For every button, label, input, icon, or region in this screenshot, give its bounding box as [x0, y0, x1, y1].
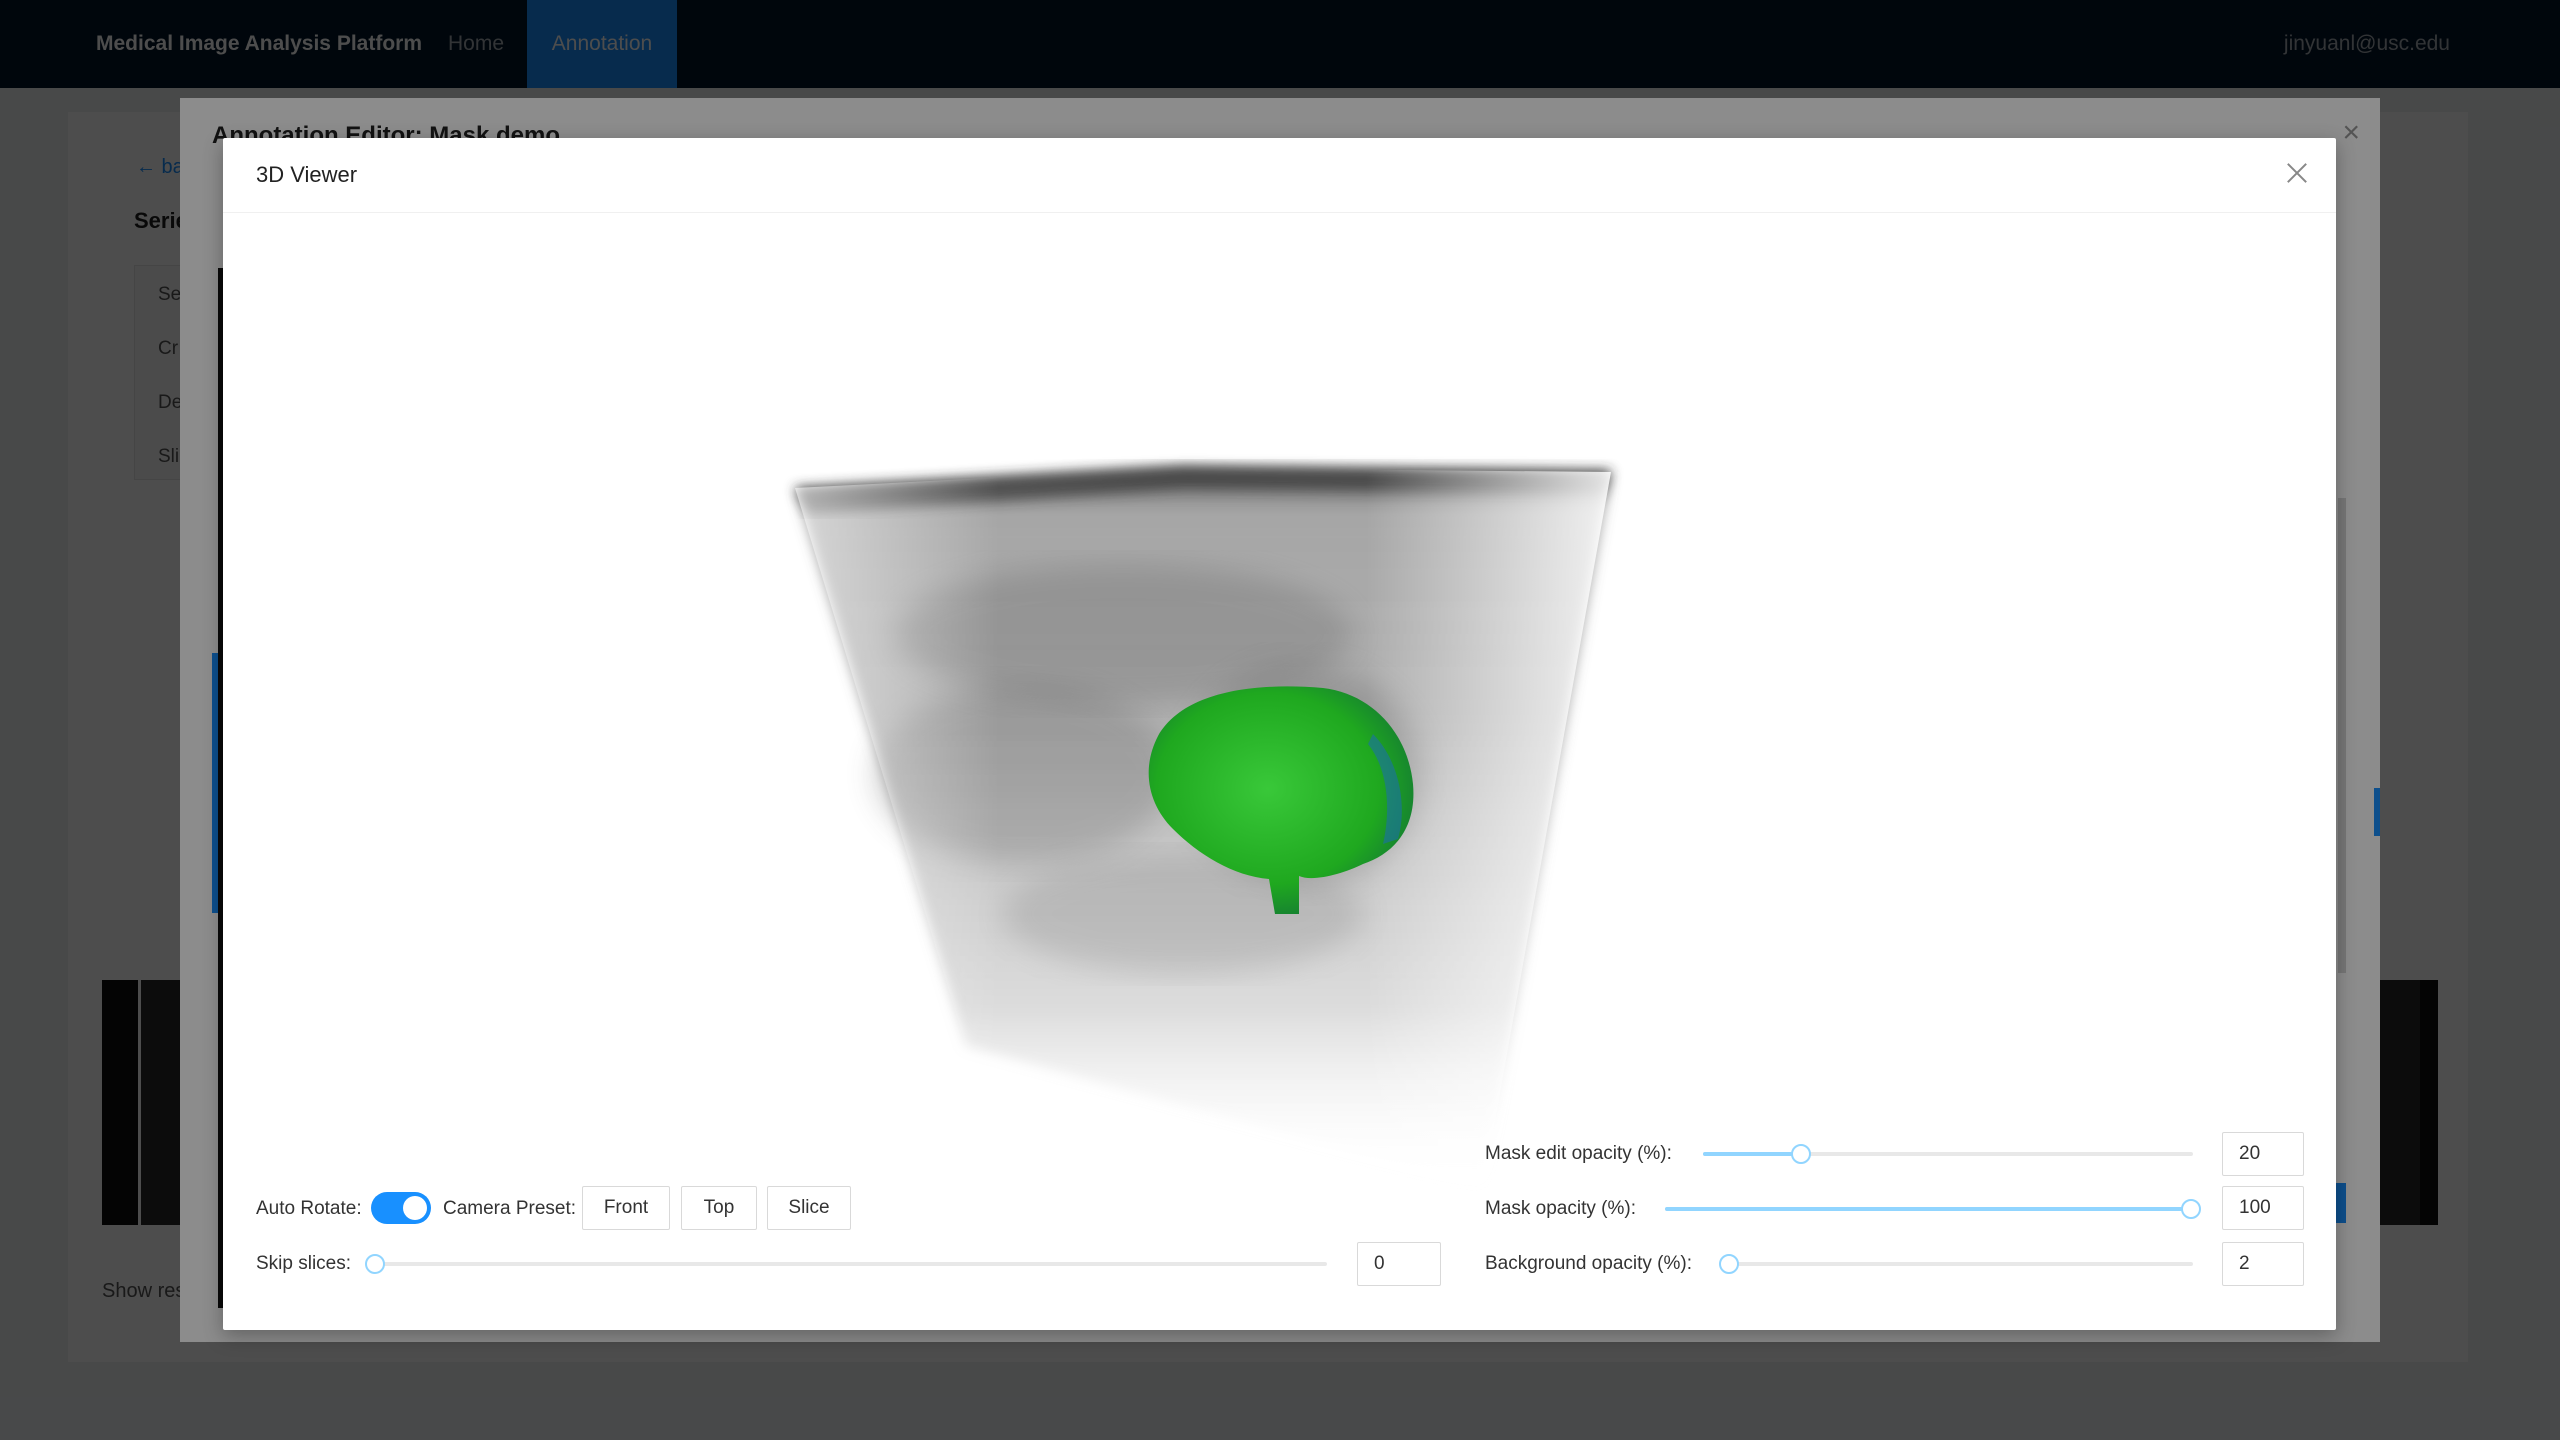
mask-opacity-label: Mask opacity (%): — [1485, 1198, 1636, 1219]
viewer-header: 3D Viewer — [223, 138, 2336, 213]
camera-top-button[interactable]: Top — [681, 1186, 757, 1230]
toggle-knob — [403, 1196, 427, 1220]
skip-slices-label: Skip slices: — [256, 1253, 352, 1274]
skip-slices-slider[interactable] — [375, 1262, 1327, 1266]
viewer-title: 3D Viewer — [256, 162, 358, 187]
mask-opacity-track — [1665, 1207, 2193, 1211]
camera-preset-label: Camera Preset: — [443, 1198, 577, 1219]
background-opacity-input[interactable]: 2 — [2222, 1242, 2304, 1286]
mask-opacity-handle[interactable] — [2181, 1199, 2201, 1219]
viewer-modal: 3D Viewer Auto Rotate: Camera Preset: Fr… — [223, 138, 2336, 1330]
background-opacity-slider[interactable] — [1729, 1262, 2193, 1266]
auto-rotate-toggle[interactable] — [371, 1192, 431, 1224]
camera-front-button[interactable]: Front — [582, 1186, 670, 1230]
volume-render-canvas[interactable] — [223, 214, 2336, 1254]
skip-slices-input[interactable]: 0 — [1357, 1242, 1441, 1286]
background-opacity-label: Background opacity (%): — [1485, 1253, 1692, 1274]
auto-rotate-label: Auto Rotate: — [256, 1198, 362, 1219]
close-icon[interactable] — [2284, 160, 2310, 186]
mask-opacity-input[interactable]: 100 — [2222, 1186, 2304, 1230]
skip-slices-handle[interactable] — [365, 1254, 385, 1274]
camera-slice-button[interactable]: Slice — [767, 1186, 851, 1230]
mask-edit-opacity-track — [1703, 1152, 1801, 1156]
mask-edit-opacity-label: Mask edit opacity (%): — [1485, 1143, 1672, 1164]
mask-edit-opacity-input[interactable]: 20 — [2222, 1132, 2304, 1176]
background-opacity-handle[interactable] — [1719, 1254, 1739, 1274]
mask-edit-opacity-handle[interactable] — [1791, 1144, 1811, 1164]
